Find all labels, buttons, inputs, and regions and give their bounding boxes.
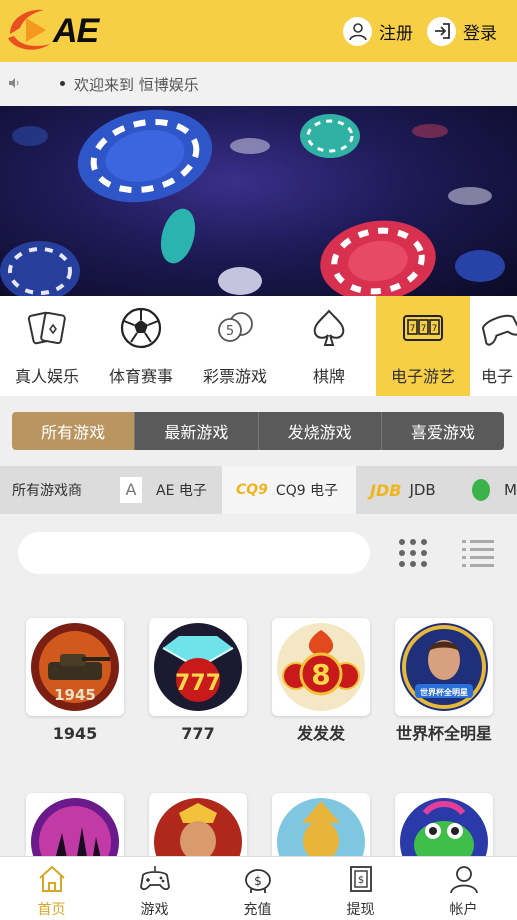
game-card[interactable]: 1945 1945 (26, 618, 124, 745)
game-thumb-label: 世界杯全明星 (420, 687, 468, 697)
game-card[interactable]: 777 777 (149, 618, 247, 745)
provider-label: JDB (409, 481, 436, 499)
game-thumb-label: 8 (311, 658, 330, 691)
register-button[interactable]: 注册 (343, 16, 413, 46)
svg-text:$: $ (358, 875, 364, 886)
nav-label: 游戏 (140, 902, 169, 918)
speaker-icon (9, 78, 19, 88)
bottom-nav: 首页 游戏 $ 充值 $ 提现 帐户 (0, 856, 517, 920)
provider-label: CQ9 电子 (275, 483, 339, 499)
withdraw-icon: $ (350, 866, 372, 892)
category-label: 棋牌 (312, 367, 345, 386)
category-strip: 真人娱乐 体育赛事 5 彩票游戏 棋牌 777 电子游艺 电子 (0, 296, 517, 396)
game-thumb-label: 777 (175, 671, 221, 696)
logo-text: AE (53, 12, 99, 50)
notice-bullet (60, 81, 65, 86)
poker-chips-image (0, 109, 505, 296)
provider-label: AE 电子 (156, 483, 207, 499)
game-thumbnail[interactable]: 世界杯全明星 (395, 618, 493, 716)
game-name: 发发发 (296, 724, 345, 743)
game-thumb-label: 1945 (54, 686, 96, 704)
svg-text:7: 7 (421, 324, 427, 334)
nav-withdraw[interactable]: $ 提现 (309, 857, 412, 920)
lottery-icon: 5 (218, 312, 253, 342)
cards-icon (27, 311, 66, 345)
jdb-provider-logo: JDB (370, 480, 402, 500)
game-name: 1945 (52, 724, 98, 743)
category-esports[interactable]: 电子 (470, 296, 517, 396)
category-chess-cards[interactable]: 棋牌 (282, 296, 376, 396)
slot-machine-icon: 777 (403, 315, 443, 341)
category-slots[interactable]: 777 电子游艺 (376, 296, 470, 396)
nav-deposit[interactable]: $ 充值 (206, 857, 309, 920)
login-button[interactable]: 登录 (427, 16, 497, 46)
svg-text:5: 5 (226, 324, 234, 339)
game-filter-tabs: 所有游戏 最新游戏 发烧游戏 喜爱游戏 (12, 412, 504, 450)
svg-text:7: 7 (410, 324, 416, 334)
game-thumbnail[interactable]: 1945 (26, 618, 124, 716)
category-label: 电子游艺 (390, 367, 455, 386)
svg-text:7: 7 (432, 324, 438, 334)
provider-ae[interactable]: A AE 电子 (112, 466, 222, 514)
provider-strip: 所有游戏商 A AE 电子 CQ9 CQ9 电子 JDB JDB M (0, 466, 517, 514)
user-icon (450, 866, 478, 894)
game-name: 世界杯全明星 (395, 724, 492, 743)
provider-all[interactable]: 所有游戏商 (12, 466, 112, 514)
notice-text: 欢迎来到 恒博娱乐 (74, 76, 199, 94)
game-thumbnail[interactable]: 777 (149, 618, 247, 716)
login-arrow-icon (427, 16, 456, 46)
game-card[interactable]: 世界杯全明星 世界杯全明星 (395, 618, 493, 745)
header: AE 注册 登录 (0, 0, 517, 62)
notice-bar: 欢迎来到 恒博娱乐 (0, 62, 517, 106)
category-sports[interactable]: 体育赛事 (94, 296, 188, 396)
game-thumbnail[interactable]: 8 (272, 618, 370, 716)
gamepad-icon (140, 866, 170, 891)
microgaming-logo-icon (472, 479, 491, 501)
user-icon (343, 16, 372, 46)
tab-new-games[interactable]: 最新游戏 (134, 412, 258, 450)
nav-label: 提现 (346, 902, 375, 918)
grid-view-icon[interactable] (397, 537, 429, 569)
category-label: 体育赛事 (108, 367, 173, 386)
nav-games[interactable]: 游戏 (103, 857, 206, 920)
register-label: 注册 (379, 23, 413, 44)
soccer-ball-icon (120, 307, 162, 349)
nav-account[interactable]: 帐户 (412, 857, 515, 920)
tab-favorite-games[interactable]: 喜爱游戏 (380, 412, 504, 450)
piggy-bank-icon: $ (245, 869, 271, 893)
category-label: 彩票游戏 (202, 367, 267, 386)
nav-label: 首页 (37, 902, 66, 918)
game-card[interactable]: 8 发发发 (272, 618, 370, 745)
game-name: 777 (181, 724, 215, 743)
provider-label: M (504, 481, 517, 499)
tab-hot-games[interactable]: 发烧游戏 (257, 412, 381, 450)
game-search-input[interactable] (18, 532, 370, 574)
login-label: 登录 (463, 23, 497, 44)
category-live-casino[interactable]: 真人娱乐 (0, 296, 94, 396)
provider-jdb[interactable]: JDB JDB (356, 466, 456, 514)
provider-all-label: 所有游戏商 (12, 483, 82, 499)
home-icon (39, 865, 65, 892)
category-label: 真人娱乐 (14, 367, 79, 386)
provider-microgaming[interactable]: M (456, 466, 517, 514)
cq9-provider-logo: CQ9 (236, 482, 268, 498)
nav-label: 帐户 (449, 902, 478, 918)
list-view-icon[interactable] (462, 538, 494, 568)
promo-banner[interactable] (0, 106, 517, 296)
ae-provider-logo: A (120, 477, 142, 503)
category-lottery[interactable]: 5 彩票游戏 (188, 296, 282, 396)
svg-text:$: $ (254, 874, 262, 888)
nav-home[interactable]: 首页 (0, 857, 103, 920)
nav-label: 充值 (243, 902, 272, 918)
spade-icon (313, 309, 345, 346)
gamepad-icon (481, 315, 517, 346)
tab-all-games[interactable]: 所有游戏 (12, 412, 135, 450)
category-label: 电子 (481, 367, 514, 386)
provider-cq9[interactable]: CQ9 CQ9 电子 (222, 466, 356, 514)
